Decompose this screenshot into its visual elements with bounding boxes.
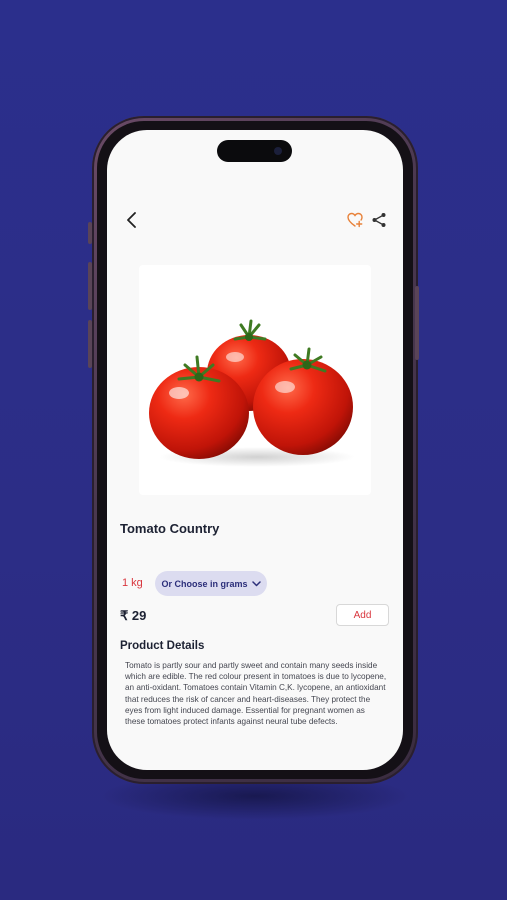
side-button-left-1 — [88, 222, 92, 244]
heart-add-icon[interactable] — [347, 212, 363, 228]
product-description: Tomato is partly sour and partly sweet a… — [125, 661, 387, 727]
dynamic-island — [217, 140, 292, 162]
product-title: Tomato Country — [120, 521, 220, 536]
back-arrow-icon[interactable] — [125, 210, 139, 230]
product-details-heading: Product Details — [120, 640, 205, 652]
add-to-cart-button[interactable]: Add — [336, 604, 389, 626]
app-screen: Tomato Country 1 kg Or Choose in grams ₹… — [107, 130, 403, 770]
share-icon[interactable] — [371, 212, 387, 228]
choose-grams-label: Or Choose in grams — [161, 578, 248, 589]
chevron-down-icon — [251, 580, 261, 586]
side-button-right — [415, 286, 419, 360]
side-button-left-3 — [88, 320, 92, 368]
product-price: ₹ 29 — [120, 608, 147, 623]
product-image — [139, 265, 371, 495]
camera-icon — [274, 147, 282, 155]
side-button-left-2 — [88, 262, 92, 310]
product-weight: 1 kg — [122, 577, 143, 589]
tomato-illustration — [149, 319, 355, 467]
choose-grams-button[interactable]: Or Choose in grams — [155, 571, 267, 596]
